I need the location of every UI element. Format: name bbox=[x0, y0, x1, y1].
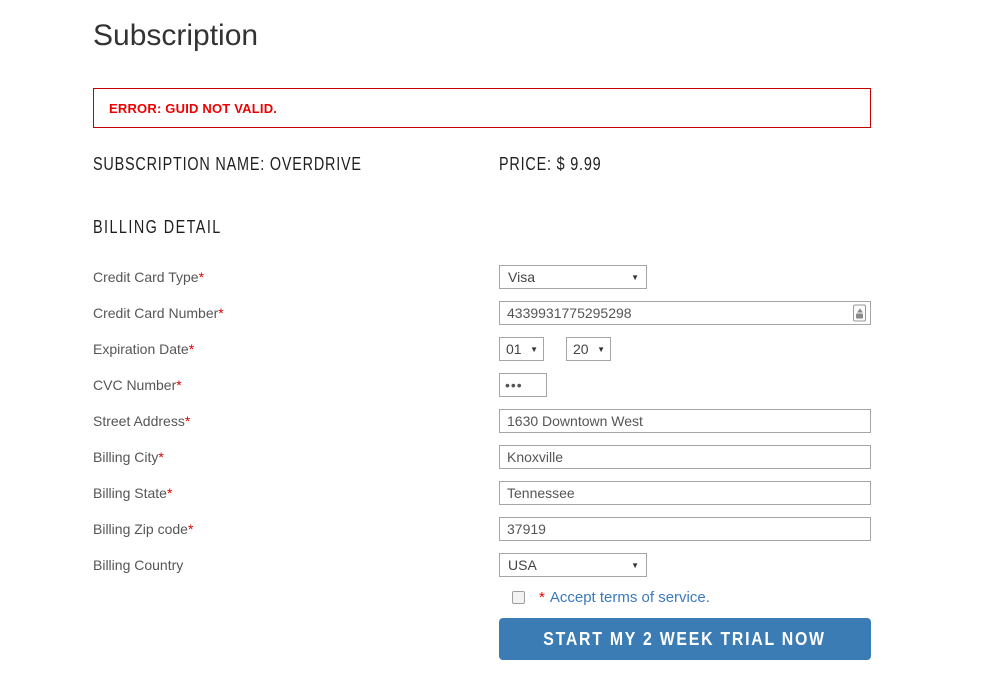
required-asterisk: * bbox=[187, 521, 194, 537]
credit-card-number-row: Credit Card Number* bbox=[93, 301, 871, 325]
spinner-arrow bbox=[856, 308, 863, 313]
billing-country-select[interactable]: USA ▼ bbox=[499, 553, 647, 577]
error-banner: ERROR: GUID NOT VALID. bbox=[93, 88, 871, 128]
credit-card-number-wrap bbox=[499, 301, 871, 325]
select-value: Visa bbox=[508, 269, 535, 285]
start-trial-button[interactable]: START MY 2 WEEK TRIAL NOW bbox=[499, 618, 871, 660]
credit-card-number-input[interactable] bbox=[499, 301, 871, 325]
field-label-text: Street Address bbox=[93, 413, 185, 429]
billing-detail-heading-text: BILLING DETAIL bbox=[93, 217, 222, 237]
subscription-price: PRICE: $ 9.99 bbox=[499, 155, 627, 175]
field-label-text: Expiration Date bbox=[93, 341, 189, 357]
billing-state-row: Billing State* bbox=[93, 481, 871, 505]
expiration-month-select[interactable]: 01 ▼ bbox=[499, 337, 544, 361]
chevron-down-icon: ▼ bbox=[631, 560, 639, 570]
expiration-date-label: Expiration Date* bbox=[93, 337, 499, 361]
billing-state-label: Billing State* bbox=[93, 481, 499, 505]
field-label-text: Billing State bbox=[93, 485, 167, 501]
field-label-text: Billing Country bbox=[93, 557, 184, 573]
billing-form: Credit Card Type* Visa ▼ Credit Card Num… bbox=[93, 265, 871, 660]
credit-card-number-label: Credit Card Number* bbox=[93, 301, 499, 325]
expiration-year-select[interactable]: 20 ▼ bbox=[566, 337, 611, 361]
cvc-input[interactable] bbox=[499, 373, 547, 397]
select-spacer bbox=[544, 337, 566, 361]
cvc-number-label: CVC Number* bbox=[93, 373, 499, 397]
terms-row: * Accept terms of service. bbox=[499, 589, 871, 606]
field-label-text: CVC Number bbox=[93, 377, 177, 393]
page-title: Subscription bbox=[93, 19, 259, 52]
field-label-text: Billing City bbox=[93, 449, 159, 465]
cvc-number-row: CVC Number* bbox=[93, 373, 871, 397]
billing-state-input[interactable] bbox=[499, 481, 871, 505]
billing-country-row: Billing Country USA ▼ bbox=[93, 553, 871, 577]
billing-city-label: Billing City* bbox=[93, 445, 499, 469]
terms-of-service-link[interactable]: Accept terms of service. bbox=[550, 589, 710, 606]
required-asterisk: * bbox=[218, 305, 224, 321]
required-asterisk: * bbox=[198, 269, 205, 285]
billing-city-row: Billing City* bbox=[93, 445, 871, 469]
billing-city-input[interactable] bbox=[499, 445, 871, 469]
select-value: USA bbox=[508, 557, 537, 573]
subscription-name: SUBSCRIPTION NAME: OVERDRIVE bbox=[93, 155, 499, 175]
required-asterisk: * bbox=[188, 341, 195, 357]
spinner-base bbox=[856, 313, 863, 319]
expiration-date-row: Expiration Date* 01 ▼ 20 ▼ bbox=[93, 337, 871, 361]
required-asterisk: * bbox=[166, 485, 173, 501]
credit-card-type-row: Credit Card Type* Visa ▼ bbox=[93, 265, 871, 289]
chevron-down-icon: ▼ bbox=[597, 344, 605, 354]
billing-country-label: Billing Country bbox=[93, 553, 499, 577]
number-spinner-icon[interactable] bbox=[853, 304, 866, 322]
billing-zip-row: Billing Zip code* bbox=[93, 517, 871, 541]
credit-card-type-label: Credit Card Type* bbox=[93, 265, 499, 289]
required-asterisk: * bbox=[539, 589, 545, 606]
chevron-down-icon: ▼ bbox=[530, 344, 538, 354]
start-trial-button-label: START MY 2 WEEK TRIAL NOW bbox=[543, 628, 827, 649]
required-asterisk: * bbox=[158, 449, 164, 465]
billing-zip-input[interactable] bbox=[499, 517, 871, 541]
required-asterisk: * bbox=[176, 377, 182, 393]
field-label-text: Credit Card Type bbox=[93, 269, 199, 285]
subscription-name-text: SUBSCRIPTION NAME: OVERDRIVE bbox=[93, 154, 362, 174]
subscription-page: Subscription ERROR: GUID NOT VALID. SUBS… bbox=[93, 18, 871, 660]
subscription-price-text: PRICE: $ 9.99 bbox=[499, 154, 602, 174]
street-address-row: Street Address* bbox=[93, 409, 871, 433]
select-value: 01 bbox=[506, 341, 522, 357]
select-value: 20 bbox=[573, 341, 589, 357]
field-label-text: Credit Card Number bbox=[93, 305, 219, 321]
street-address-input[interactable] bbox=[499, 409, 871, 433]
billing-zip-label: Billing Zip code* bbox=[93, 517, 499, 541]
subscription-summary: SUBSCRIPTION NAME: OVERDRIVE PRICE: $ 9.… bbox=[93, 155, 871, 175]
chevron-down-icon: ▼ bbox=[631, 272, 639, 282]
field-label-text: Billing Zip code bbox=[93, 521, 188, 537]
required-asterisk: * bbox=[184, 413, 191, 429]
error-message: ERROR: GUID NOT VALID. bbox=[109, 100, 278, 116]
billing-detail-heading: BILLING DETAIL bbox=[93, 218, 871, 238]
street-address-label: Street Address* bbox=[93, 409, 499, 433]
credit-card-type-select[interactable]: Visa ▼ bbox=[499, 265, 647, 289]
accept-terms-checkbox[interactable] bbox=[512, 591, 525, 604]
